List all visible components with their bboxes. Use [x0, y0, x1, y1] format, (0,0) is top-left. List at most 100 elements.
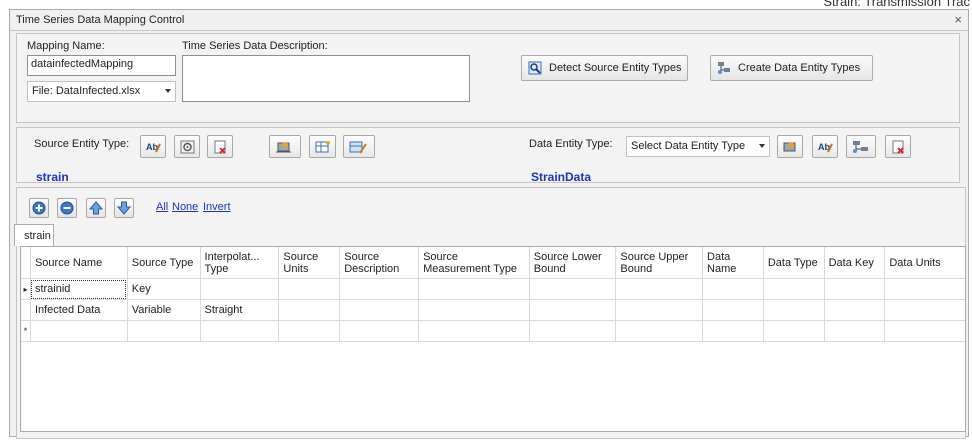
entity-tree-icon: [718, 62, 730, 74]
file-select[interactable]: File: DataInfected.xlsx: [27, 81, 176, 102]
remove-row-button[interactable]: [57, 198, 77, 218]
rename-source-button[interactable]: Ab: [140, 135, 166, 158]
column-header[interactable]: Source Lower Bound: [529, 247, 617, 279]
column-header[interactable]: Source Upper Bound: [615, 247, 704, 279]
data-entity-type-value: Select Data Entity Type: [631, 140, 746, 152]
delete-source-button[interactable]: [207, 135, 233, 158]
table-cell[interactable]: [824, 320, 886, 342]
table-cell[interactable]: [339, 278, 420, 300]
mapping-name-label: Mapping Name:: [27, 40, 105, 52]
arrow-down-icon: [117, 201, 131, 215]
table-cell[interactable]: [529, 278, 617, 300]
move-down-button[interactable]: [114, 198, 134, 218]
table-cell[interactable]: [884, 299, 965, 321]
table-add-icon: [315, 141, 330, 153]
table-cell[interactable]: [884, 320, 965, 342]
add-source-button[interactable]: [174, 135, 200, 158]
close-icon[interactable]: ×: [954, 12, 962, 27]
table-cell[interactable]: [763, 320, 825, 342]
table-cell[interactable]: [884, 278, 965, 300]
column-header[interactable]: Source Measurement Type: [418, 247, 530, 279]
table-cell[interactable]: [702, 299, 764, 321]
table-cell[interactable]: [200, 278, 280, 300]
new-row-indicator: *: [21, 320, 31, 342]
mapping-grid: Source Name Source Type Interpolat... Ty…: [20, 246, 966, 432]
new-row[interactable]: *: [21, 320, 965, 342]
detect-label: Detect Source Entity Types: [549, 62, 682, 74]
column-header[interactable]: Source Description: [339, 247, 420, 279]
tab-strain[interactable]: strain: [14, 224, 54, 246]
table-add-button[interactable]: [309, 135, 336, 158]
column-header[interactable]: Source Type: [127, 247, 201, 279]
table-cell[interactable]: [529, 299, 617, 321]
select-none-link[interactable]: None: [172, 201, 198, 213]
background-strip: Strain: Transmission Trac: [0, 0, 972, 9]
add-data-property-button[interactable]: [777, 135, 803, 158]
table-edit-button[interactable]: [343, 135, 375, 158]
description-label: Time Series Data Description:: [182, 40, 328, 52]
table-cell[interactable]: Straight: [200, 299, 280, 321]
table-row[interactable]: Infected Data Variable Straight: [21, 299, 965, 321]
table-cell[interactable]: [702, 320, 764, 342]
table-cell[interactable]: [278, 299, 341, 321]
background-text: Strain: Transmission Trac: [823, 0, 970, 9]
table-cell[interactable]: [702, 278, 764, 300]
plus-circle-icon: [32, 201, 46, 215]
select-all-link[interactable]: All: [156, 201, 168, 213]
table-cell[interactable]: [418, 278, 530, 300]
table-cell[interactable]: [824, 278, 886, 300]
delete-icon: [214, 140, 226, 154]
rename-icon: Ab: [146, 142, 161, 153]
add-property-icon: [276, 142, 291, 153]
table-cell[interactable]: [278, 320, 341, 342]
column-header[interactable]: Source Units: [278, 247, 341, 279]
data-entity-tree-button[interactable]: [846, 135, 876, 158]
table-cell[interactable]: [615, 320, 704, 342]
table-cell[interactable]: [127, 320, 201, 342]
table-cell[interactable]: [418, 320, 530, 342]
create-data-entity-types-button[interactable]: Create Data Entity Types: [710, 55, 873, 81]
table-cell[interactable]: Infected Data: [30, 299, 128, 321]
add-property-icon: [783, 142, 796, 152]
entity-type-panel: Source Entity Type: Ab strain Data Entit…: [16, 127, 960, 184]
description-input[interactable]: [182, 55, 470, 102]
mapping-name-input[interactable]: datainfectedMapping: [27, 55, 176, 76]
table-cell[interactable]: [824, 299, 886, 321]
table-cell[interactable]: Key: [127, 278, 201, 300]
add-property-button[interactable]: [269, 135, 301, 158]
table-cell[interactable]: [278, 278, 341, 300]
mapping-table: Source Name Source Type Interpolat... Ty…: [21, 247, 965, 342]
move-up-button[interactable]: [86, 198, 106, 218]
detect-source-entity-types-button[interactable]: Detect Source Entity Types: [521, 55, 688, 81]
table-cell[interactable]: strainid: [30, 278, 128, 300]
title-bar: Time Series Data Mapping Control ×: [10, 10, 968, 31]
table-cell[interactable]: [418, 299, 530, 321]
table-cell[interactable]: [763, 278, 825, 300]
table-cell[interactable]: Variable: [127, 299, 201, 321]
data-entity-type-select[interactable]: Select Data Entity Type: [626, 136, 770, 157]
table-cell[interactable]: [615, 278, 704, 300]
mapping-panel: Mapping Name: datainfectedMapping File: …: [16, 33, 960, 123]
invert-selection-link[interactable]: Invert: [203, 201, 231, 213]
table-cell[interactable]: [30, 320, 128, 342]
column-header[interactable]: Data Key: [824, 247, 886, 279]
rename-data-button[interactable]: Ab: [812, 135, 838, 158]
delete-icon: [892, 140, 904, 154]
table-row[interactable]: ▸ strainid Key: [21, 278, 965, 300]
table-cell[interactable]: [200, 320, 280, 342]
table-cell[interactable]: [615, 299, 704, 321]
table-cell[interactable]: [529, 320, 617, 342]
table-cell[interactable]: [763, 299, 825, 321]
column-header[interactable]: Data Type: [763, 247, 825, 279]
chevron-down-icon: [759, 144, 765, 148]
table-cell[interactable]: [339, 299, 420, 321]
data-entity-name: StrainData: [531, 170, 592, 184]
row-indicator: [21, 299, 31, 321]
column-header[interactable]: Data Name: [702, 247, 764, 279]
column-header[interactable]: Source Name: [30, 247, 128, 279]
delete-data-button[interactable]: [885, 135, 911, 158]
column-header[interactable]: Data Units: [884, 247, 965, 279]
column-header[interactable]: Interpolat... Type: [200, 247, 280, 279]
table-cell[interactable]: [339, 320, 420, 342]
add-row-button[interactable]: [29, 198, 49, 218]
